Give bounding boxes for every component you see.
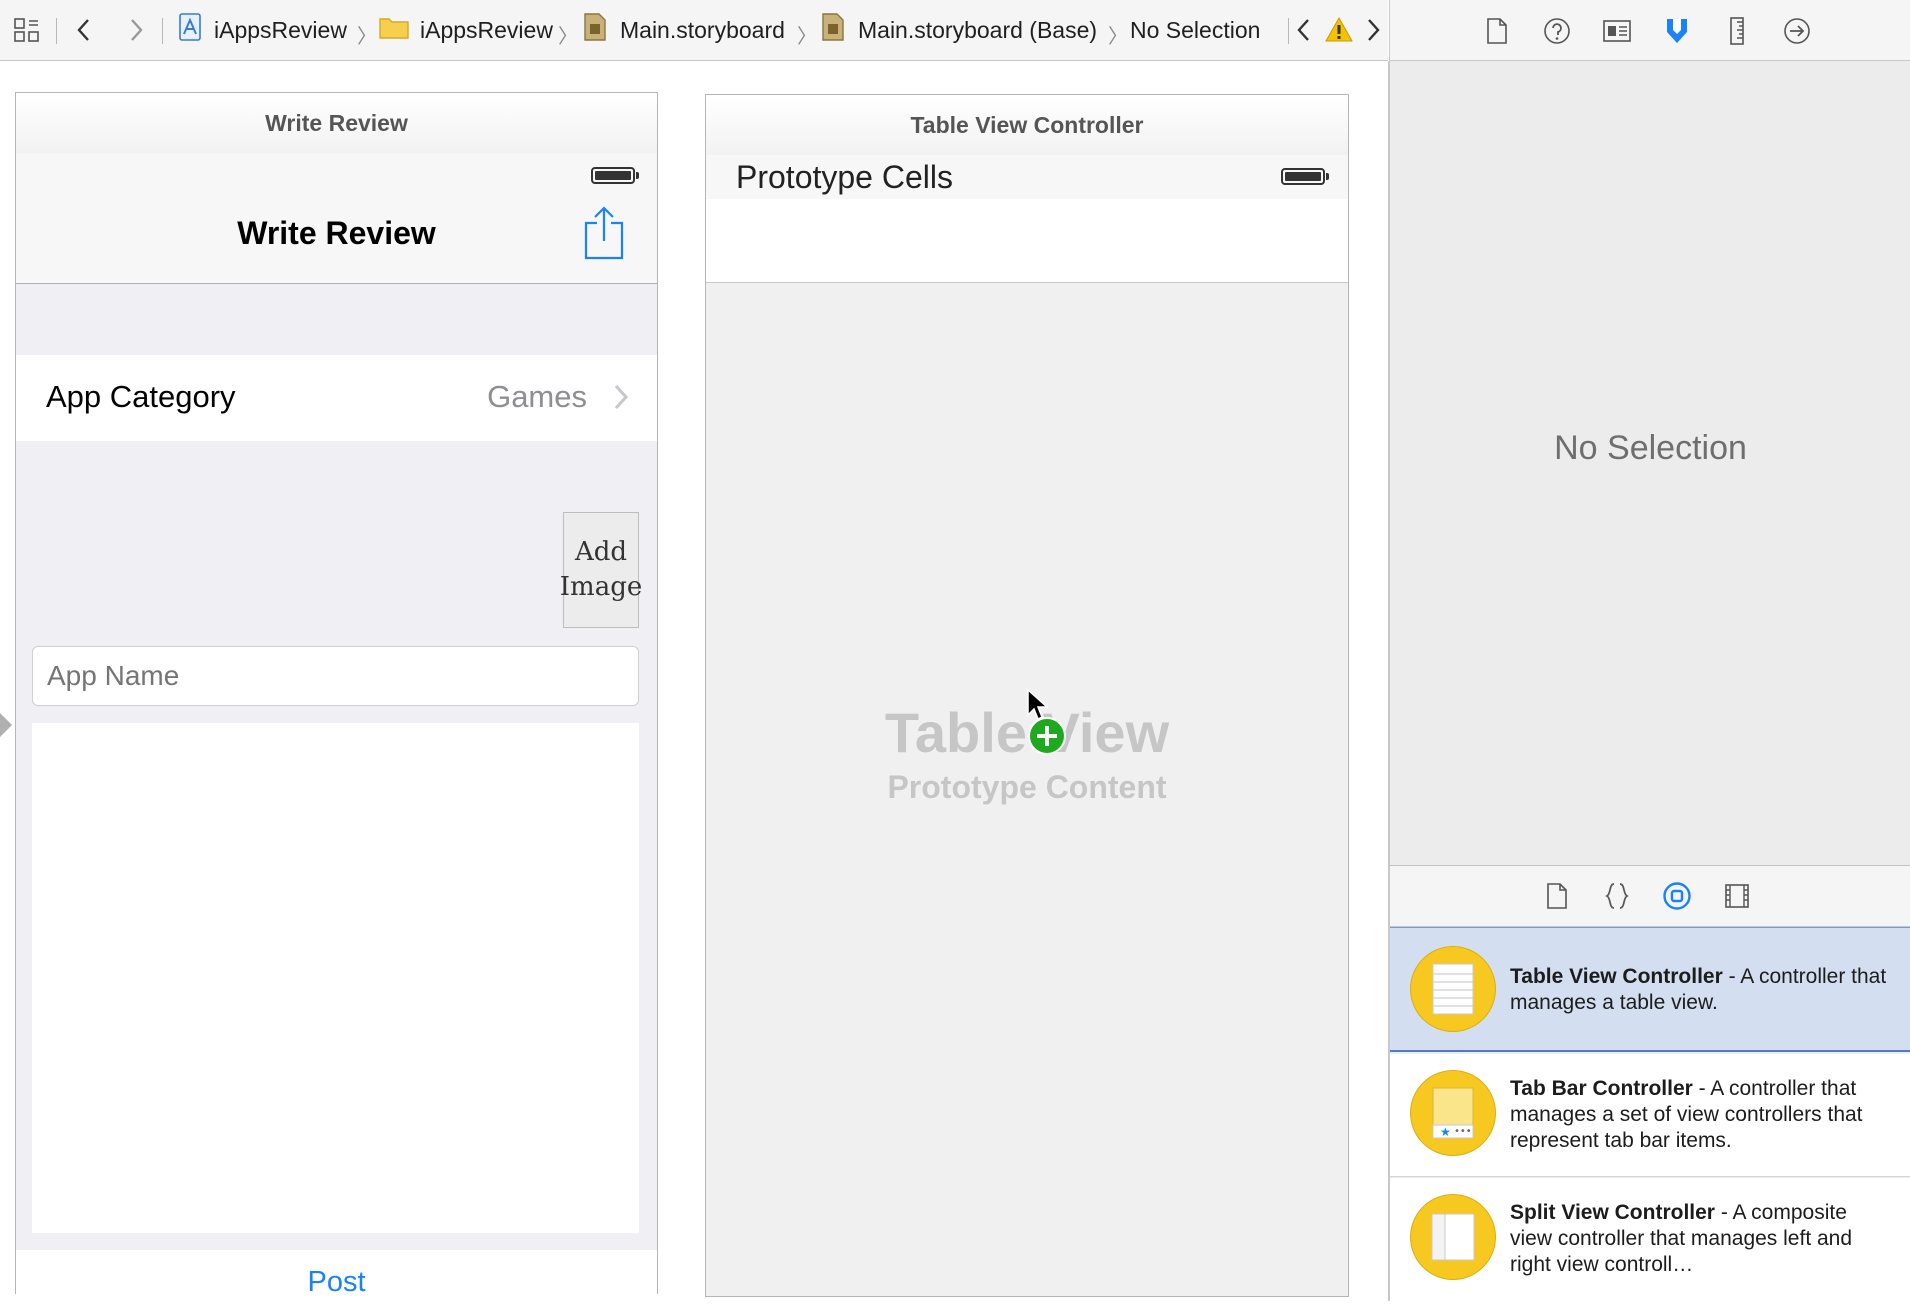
write-review-scene[interactable]: Write Review Write Review App Category G… [15,92,658,1314]
breadcrumb-separator-icon: 〉 [357,26,377,48]
add-image-button[interactable]: Add Image [559,512,643,628]
file-inspector-icon[interactable] [1482,16,1512,46]
library-item-table-view-controller[interactable]: Table View Controller - A controller tha… [1390,927,1910,1052]
tab-bar-controller-icon: ★ ••• [1410,1070,1496,1156]
inspector-content: No Selection [1390,61,1910,866]
breadcrumb-no-selection[interactable]: No Selection [1130,0,1260,60]
warning-icon[interactable] [1325,0,1353,60]
storyboard-canvas[interactable]: Write Review Write Review App Category G… [0,61,1389,1314]
app-category-row[interactable]: App Category Games [16,355,657,441]
library-item-name: Tab Bar Controller [1510,1077,1693,1100]
row-value: Games [487,379,587,414]
disclosure-chevron-icon [613,383,629,416]
nav-title: Write Review [237,215,436,251]
table-view-placeholder-subtitle: Prototype Content [887,769,1167,805]
library-item-name: Split View Controller [1510,1201,1715,1224]
post-toolbar: Post [16,1250,657,1314]
media-library-icon[interactable] [1722,881,1752,911]
library-item-tab-bar-controller[interactable]: ★ ••• Tab Bar Controller - A controller t… [1390,1054,1910,1177]
breadcrumb-project[interactable]: iAppsReview [178,0,347,60]
library-tab-bar [1390,866,1910,927]
related-items-icon[interactable] [12,0,42,60]
code-snippet-library-icon[interactable] [1602,881,1632,911]
post-button[interactable]: Post [307,1266,365,1299]
split-view-controller-icon [1410,1194,1496,1280]
battery-icon [1281,168,1329,185]
breadcrumb-label: Main.storyboard [620,16,785,43]
review-text-view[interactable] [32,723,639,1233]
utilities-pane: No Selection Table View Controller - A c… [1389,0,1910,1301]
breadcrumb-storyboard[interactable]: Main.storyboard [582,0,785,60]
scene-dock-title: Write Review [16,93,657,154]
quick-help-icon[interactable] [1542,16,1572,46]
breadcrumb-separator-icon: 〉 [558,26,578,48]
breadcrumb-folder[interactable]: iAppsReview [378,0,553,60]
file-template-library-icon[interactable] [1542,881,1572,911]
initial-scene-arrow-icon [0,713,12,742]
attributes-inspector-icon[interactable] [1662,16,1692,46]
previous-issue-icon[interactable] [1293,0,1315,60]
breadcrumb-label: Main.storyboard (Base) [858,16,1098,43]
table-view-controller-icon [1410,946,1496,1032]
svg-text:★: ★ [1440,1125,1451,1139]
connections-inspector-icon[interactable] [1782,16,1812,46]
scene-dock-title: Table View Controller [706,95,1348,156]
breadcrumb-label: iAppsReview [214,16,347,43]
next-issue-icon[interactable] [1362,0,1384,60]
prototype-cells-label: Prototype Cells [736,159,953,195]
library-item-split-view-controller[interactable]: Split View Controller - A composite view… [1390,1178,1910,1301]
library-item-description: Split View Controller - A composite view… [1510,1200,1890,1278]
breadcrumb-separator-icon: 〉 [797,26,817,48]
breadcrumb-separator-icon: 〉 [1108,26,1128,48]
prototype-cells-header: Prototype Cells [706,155,1348,199]
add-image-label: Image [559,572,643,602]
size-inspector-icon[interactable] [1722,16,1752,46]
identity-inspector-icon[interactable] [1602,16,1632,46]
back-chevron-icon[interactable] [72,0,96,60]
jump-bar: iAppsReview 〉 iAppsReview 〉 Main.storybo… [0,0,1388,61]
breadcrumb-label: No Selection [1130,16,1261,43]
app-name-field[interactable] [32,646,639,706]
library-item-description: Tab Bar Controller - A controller that m… [1510,1076,1890,1154]
object-library-icon[interactable] [1662,881,1692,911]
forward-chevron-icon[interactable] [124,0,148,60]
storyboard-file-icon [582,12,608,48]
storyboard-file-icon [820,12,846,48]
share-icon[interactable] [583,205,625,266]
library-item-description: Table View Controller - A controller tha… [1510,964,1890,1016]
add-image-label: Add [574,537,628,567]
navigation-bar[interactable]: Write Review [16,153,657,284]
inspector-tab-bar [1390,0,1910,61]
project-icon [178,12,204,48]
add-badge-icon [1027,716,1067,761]
folder-icon [378,13,410,47]
breadcrumb-storyboard-base[interactable]: Main.storyboard (Base) [820,0,1097,60]
breadcrumb-label: iAppsReview [420,16,553,43]
row-label: App Category [46,379,236,414]
svg-text:•••: ••• [1454,1126,1472,1137]
battery-icon [591,167,639,184]
no-selection-label: No Selection [1554,429,1747,467]
prototype-cell[interactable] [706,199,1348,283]
library-item-name: Table View Controller [1510,965,1723,988]
